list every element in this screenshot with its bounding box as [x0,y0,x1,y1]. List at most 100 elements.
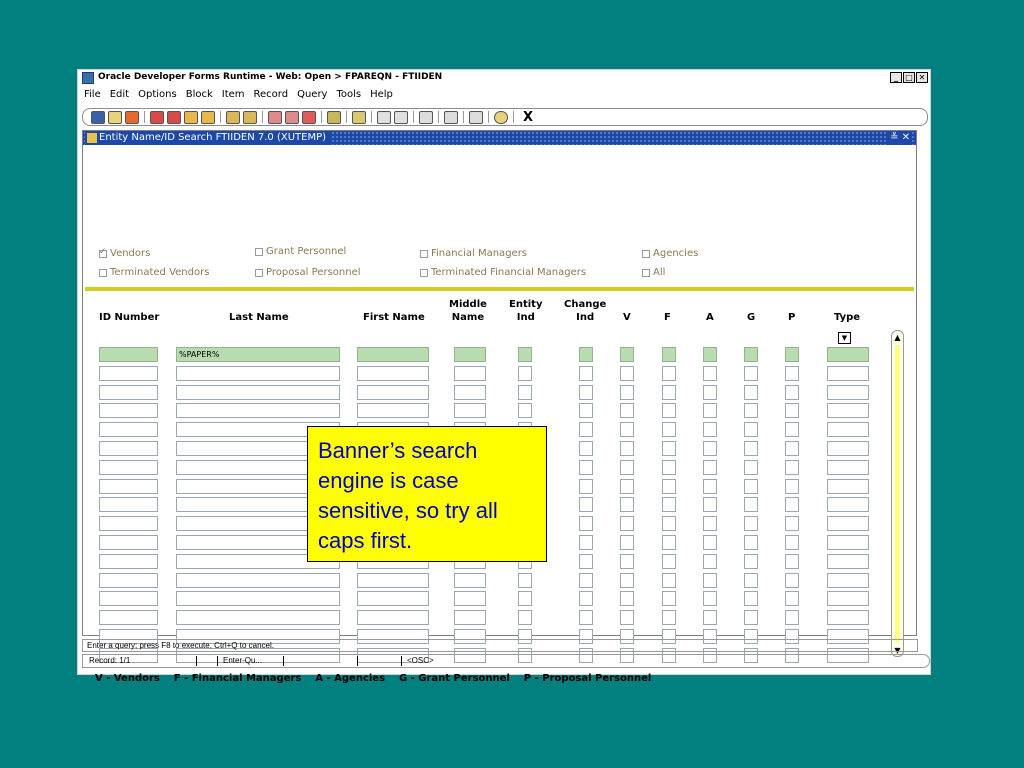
cell-v[interactable] [620,554,634,569]
cell-a[interactable] [703,403,717,418]
menu-tools[interactable]: Tools [336,89,361,105]
cell-a[interactable] [703,347,717,362]
cell-a[interactable] [703,535,717,550]
cell-first-name[interactable] [357,610,429,625]
option-terminated-vendors[interactable]: Terminated Vendors [99,267,209,278]
cell-id-number[interactable] [99,441,158,456]
cell-type[interactable] [827,554,869,569]
cell-id-number[interactable] [99,573,158,588]
checkbox-icon[interactable] [255,268,263,277]
cell-middle-name[interactable] [454,366,486,381]
cell-g[interactable] [744,460,758,475]
cell-f[interactable] [662,347,676,362]
cell-g[interactable] [744,441,758,456]
cell-p[interactable] [785,591,799,606]
cell-middle-name[interactable] [454,403,486,418]
cell-p[interactable] [785,366,799,381]
cell-type[interactable] [827,610,869,625]
cell-g[interactable] [744,422,758,437]
cell-id-number[interactable] [99,366,158,381]
cell-middle-name[interactable] [454,347,486,362]
cell-f[interactable] [662,610,676,625]
checkbox-icon[interactable] [99,268,107,277]
insert-record-icon[interactable] [268,110,282,124]
navigate-icon[interactable] [444,110,458,124]
menu-block[interactable]: Block [186,89,213,105]
cell-entity-ind[interactable] [518,385,532,400]
cell-middle-name[interactable] [454,591,486,606]
calculator-icon[interactable] [394,110,408,124]
cell-id-number[interactable] [99,347,158,362]
help-icon[interactable] [494,110,508,124]
scroll-track[interactable] [895,345,900,642]
list-of-values-icon[interactable] [327,110,341,124]
cell-first-name[interactable] [357,385,429,400]
cell-change-ind[interactable] [579,347,593,362]
cell-entity-ind[interactable] [518,347,532,362]
cell-f[interactable] [662,497,676,512]
cell-change-ind[interactable] [579,516,593,531]
cell-g[interactable] [744,497,758,512]
cell-middle-name[interactable] [454,385,486,400]
cell-a[interactable] [703,460,717,475]
checkbox-icon[interactable] [255,247,263,256]
cell-g[interactable] [744,347,758,362]
cell-a[interactable] [703,422,717,437]
cell-v[interactable] [620,479,634,494]
option-proposal-personnel[interactable]: Proposal Personnel [255,267,361,278]
vertical-scrollbar[interactable]: ▲ ▼ [891,330,904,657]
cell-last-name[interactable] [176,366,340,381]
rollback-icon[interactable] [108,110,122,124]
cell-last-name[interactable] [176,610,340,625]
cell-id-number[interactable] [99,535,158,550]
checkbox-icon[interactable] [642,249,650,258]
menu-query[interactable]: Query [297,89,327,105]
cell-v[interactable] [620,441,634,456]
cell-type[interactable] [827,385,869,400]
menu-record[interactable]: Record [254,89,289,105]
cell-a[interactable] [703,554,717,569]
cell-first-name[interactable] [357,591,429,606]
edit-field-icon[interactable] [352,110,366,124]
cell-v[interactable] [620,347,634,362]
cell-v[interactable] [620,403,634,418]
remove-record-icon[interactable] [285,110,299,124]
cell-g[interactable] [744,535,758,550]
cell-g[interactable] [744,610,758,625]
cell-g[interactable] [744,554,758,569]
cell-last-name[interactable] [176,573,340,588]
execute-query-icon[interactable] [243,110,257,124]
cell-f[interactable] [662,366,676,381]
cell-a[interactable] [703,591,717,606]
next-block-icon[interactable] [167,110,181,124]
cell-p[interactable] [785,347,799,362]
cell-g[interactable] [744,403,758,418]
cell-v[interactable] [620,422,634,437]
cell-p[interactable] [785,460,799,475]
cell-middle-name[interactable] [454,573,486,588]
option-terminated-financial-managers[interactable]: Terminated Financial Managers [420,267,586,278]
cell-f[interactable] [662,403,676,418]
cell-g[interactable] [744,591,758,606]
cell-v[interactable] [620,610,634,625]
cell-f[interactable] [662,479,676,494]
cell-type[interactable] [827,403,869,418]
cell-v[interactable] [620,366,634,381]
cell-id-number[interactable] [99,385,158,400]
speaker-icon[interactable] [419,110,433,124]
cell-a[interactable] [703,385,717,400]
cell-p[interactable] [785,610,799,625]
cell-entity-ind[interactable] [518,591,532,606]
cell-id-number[interactable] [99,403,158,418]
cell-f[interactable] [662,535,676,550]
cell-id-number[interactable] [99,497,158,512]
cell-id-number[interactable] [99,591,158,606]
cell-change-ind[interactable] [579,422,593,437]
cell-id-number[interactable] [99,422,158,437]
checkbox-icon[interactable] [420,268,428,277]
cell-id-number[interactable] [99,516,158,531]
next-record-icon[interactable] [201,110,215,124]
cell-p[interactable] [785,554,799,569]
cell-p[interactable] [785,497,799,512]
cell-last-name[interactable] [176,385,340,400]
